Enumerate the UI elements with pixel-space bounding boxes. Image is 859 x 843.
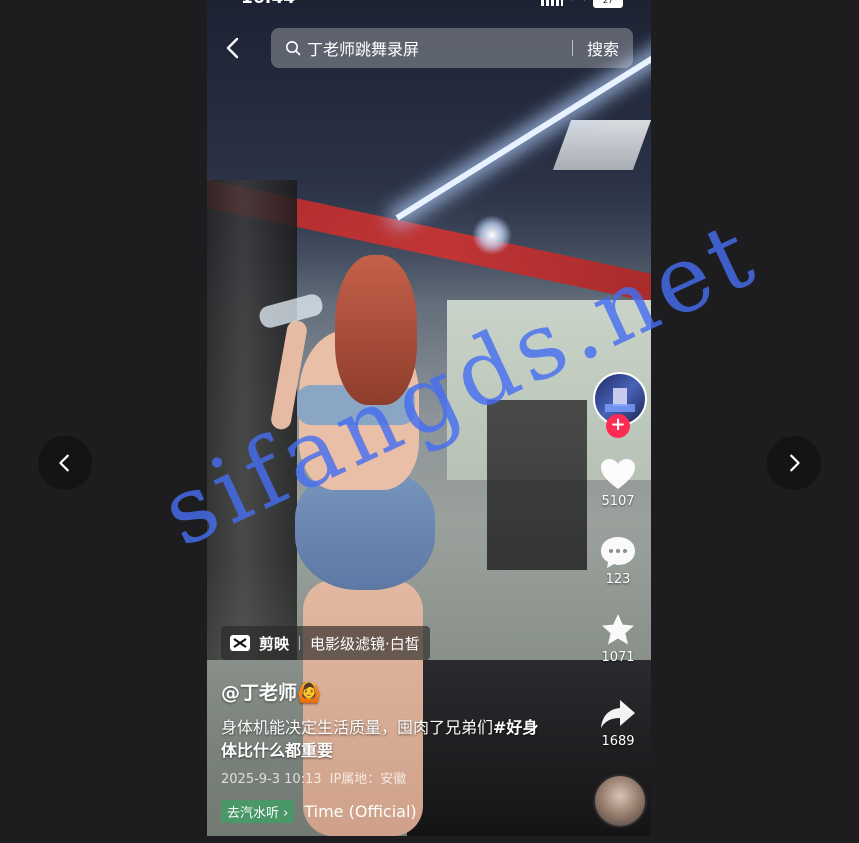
favorite-count: 1071	[601, 650, 635, 665]
share-button[interactable]: 1689	[588, 696, 648, 749]
like-button[interactable]: 5107	[588, 456, 648, 509]
music-title[interactable]: Time (Official)	[304, 802, 416, 821]
comment-count: 123	[605, 572, 631, 587]
back-icon[interactable]	[221, 36, 245, 60]
video-player[interactable]: 16:44 27 丁老师跳舞录屏 搜索 + 5107 123 1071 1689	[207, 0, 651, 836]
search-button[interactable]: 搜索	[587, 36, 619, 60]
status-time: 16:44	[241, 0, 295, 8]
light-glow	[472, 215, 512, 255]
favorite-button[interactable]: 1071	[588, 612, 648, 665]
effect-name: 电影级滤镜·白皙	[310, 634, 420, 653]
ip-location: 安徽	[380, 772, 407, 787]
next-video-button[interactable]	[767, 436, 821, 490]
previous-video-button[interactable]	[38, 436, 92, 490]
post-meta: 2025-9-3 10:13 IP属地：安徽	[221, 768, 414, 787]
battery-icon: 27	[593, 0, 623, 8]
ip-location-label: IP属地：	[329, 772, 381, 787]
listen-in-qishui-button[interactable]: 去汽水听 ›	[221, 800, 295, 823]
search-bar[interactable]: 丁老师跳舞录屏 搜索	[271, 28, 633, 68]
wifi-icon	[571, 0, 585, 8]
like-count: 5107	[601, 494, 635, 509]
music-disc[interactable]	[593, 774, 647, 828]
search-divider	[571, 40, 573, 56]
listen-label: 去汽水听	[227, 806, 280, 821]
gym-rack	[487, 400, 587, 570]
comment-icon	[601, 537, 635, 568]
share-icon	[601, 700, 635, 728]
person-legs	[303, 580, 423, 836]
chevron-left-icon	[59, 454, 69, 472]
signal-icon	[541, 0, 563, 6]
chevron-right-icon	[790, 454, 800, 472]
effect-divider	[299, 636, 301, 650]
search-icon	[286, 41, 301, 56]
share-count: 1689	[601, 734, 635, 749]
status-bar: 16:44 27	[207, 0, 651, 12]
search-input[interactable]: 丁老师跳舞录屏	[307, 36, 572, 60]
post-date: 2025-9-3 10:13	[221, 772, 322, 787]
capcut-icon	[230, 635, 250, 651]
caption-text: 身体机能决定生活质量，囤肉了兄弟们	[221, 718, 494, 737]
author-name[interactable]: @丁老师🙆	[221, 678, 321, 705]
follow-button[interactable]: +	[606, 414, 630, 438]
heart-icon	[601, 459, 635, 489]
star-icon	[602, 614, 634, 645]
video-caption: 身体机能决定生活质量，囤肉了兄弟们#好身体比什么都重要	[221, 716, 551, 762]
effect-tag[interactable]: 剪映 电影级滤镜·白皙	[221, 626, 430, 660]
music-row[interactable]: 去汽水听 › Time (Official)	[221, 800, 417, 823]
comment-button[interactable]: 123	[588, 534, 648, 587]
effect-app-label: 剪映	[259, 634, 290, 653]
person-hair	[335, 255, 417, 405]
